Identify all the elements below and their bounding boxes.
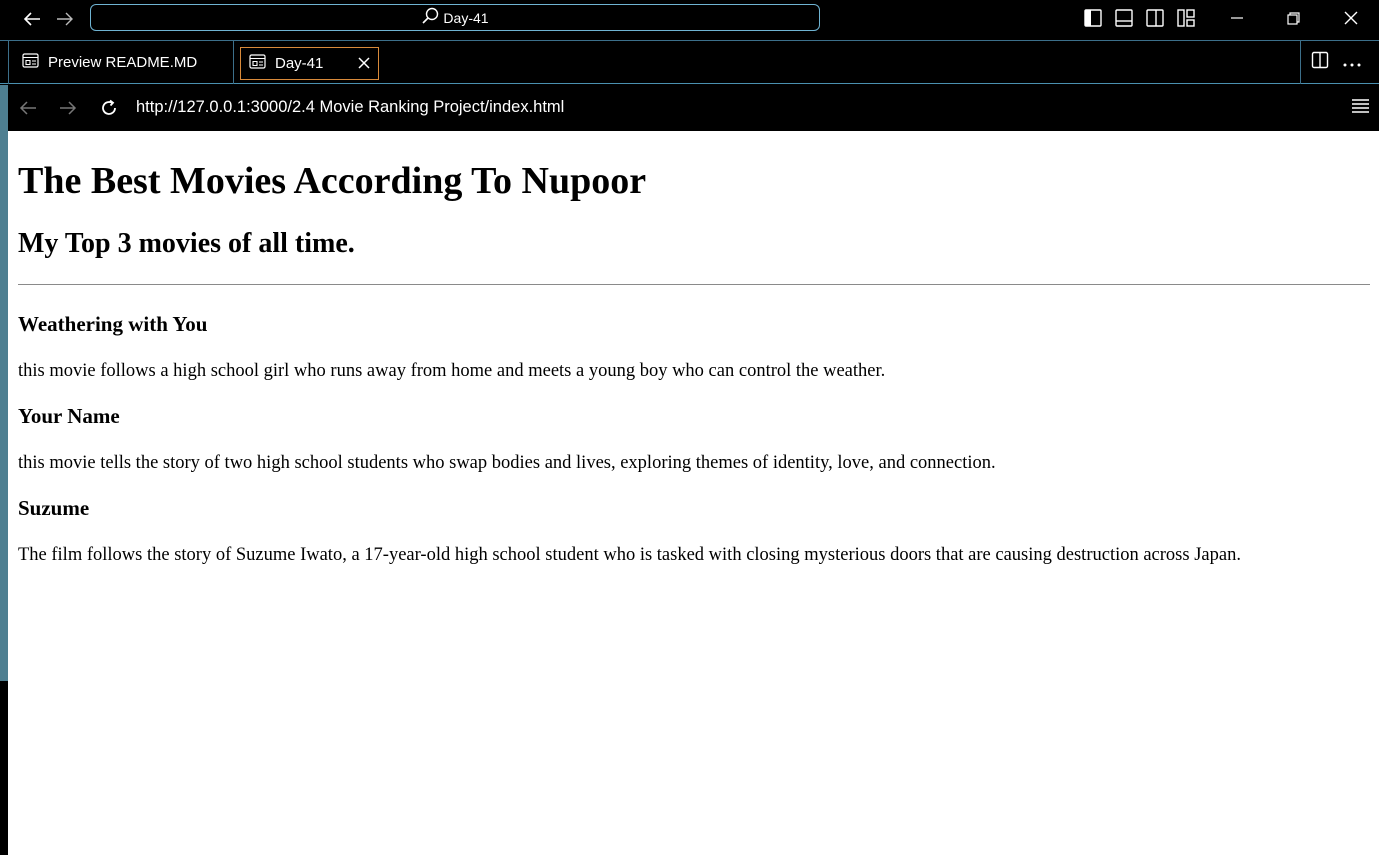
web-page-content: The Best Movies According To Nupoor My T…: [8, 131, 1379, 855]
url-input[interactable]: http://127.0.0.1:3000/2.4 Movie Ranking …: [136, 98, 564, 117]
layout-controls: [1083, 8, 1196, 33]
command-center-label: Day-41: [443, 9, 489, 26]
movie-description: this movie follows a high school girl wh…: [18, 361, 886, 381]
sidebar-edge: [0, 85, 8, 855]
movie-description: this movie tells the story of two high s…: [18, 453, 996, 473]
editor-actions: [1300, 41, 1361, 84]
command-center[interactable]: Day-41: [90, 4, 820, 31]
page-title: The Best Movies According To Nupoor: [18, 160, 647, 202]
movie-description: The film follows the story of Suzume Iwa…: [18, 545, 1241, 565]
back-arrow-icon[interactable]: [17, 97, 39, 119]
back-arrow-icon[interactable]: [20, 8, 44, 30]
forward-arrow-icon[interactable]: [57, 97, 79, 119]
toggle-secondary-sidebar-icon[interactable]: [1145, 8, 1165, 33]
close-window-icon[interactable]: [1323, 0, 1379, 36]
restore-icon[interactable]: [1265, 0, 1321, 36]
menu-icon[interactable]: [1352, 99, 1369, 118]
tab-label: Day-41: [275, 55, 324, 72]
tab-label: Preview README.MD: [48, 54, 198, 71]
editor-tab-bar: Preview README.MD Day-41: [0, 40, 1379, 84]
tab-preview-readme[interactable]: Preview README.MD: [8, 41, 234, 84]
tab-day-41[interactable]: Day-41: [240, 47, 379, 80]
toggle-panel-icon[interactable]: [1114, 8, 1134, 33]
preview-icon: [249, 54, 266, 73]
movie-title: Your Name: [18, 404, 120, 428]
divider: [18, 284, 1370, 285]
close-tab-icon[interactable]: [356, 55, 372, 71]
preview-icon: [22, 53, 39, 72]
minimize-icon[interactable]: [1209, 0, 1265, 36]
forward-arrow-icon[interactable]: [53, 8, 77, 30]
reload-icon[interactable]: [98, 97, 120, 119]
more-actions-icon[interactable]: [1343, 54, 1361, 72]
sidebar-edge-panel: [0, 85, 8, 681]
title-bar: Day-41: [0, 0, 1379, 40]
movie-title: Weathering with You: [18, 312, 208, 336]
split-editor-icon[interactable]: [1311, 51, 1329, 74]
page-subtitle: My Top 3 movies of all time.: [18, 228, 355, 259]
browser-nav-bar: http://127.0.0.1:3000/2.4 Movie Ranking …: [8, 85, 1379, 131]
customize-layout-icon[interactable]: [1176, 8, 1196, 33]
toggle-primary-sidebar-icon[interactable]: [1083, 8, 1103, 33]
search-icon: [421, 7, 439, 28]
movie-title: Suzume: [18, 496, 90, 520]
